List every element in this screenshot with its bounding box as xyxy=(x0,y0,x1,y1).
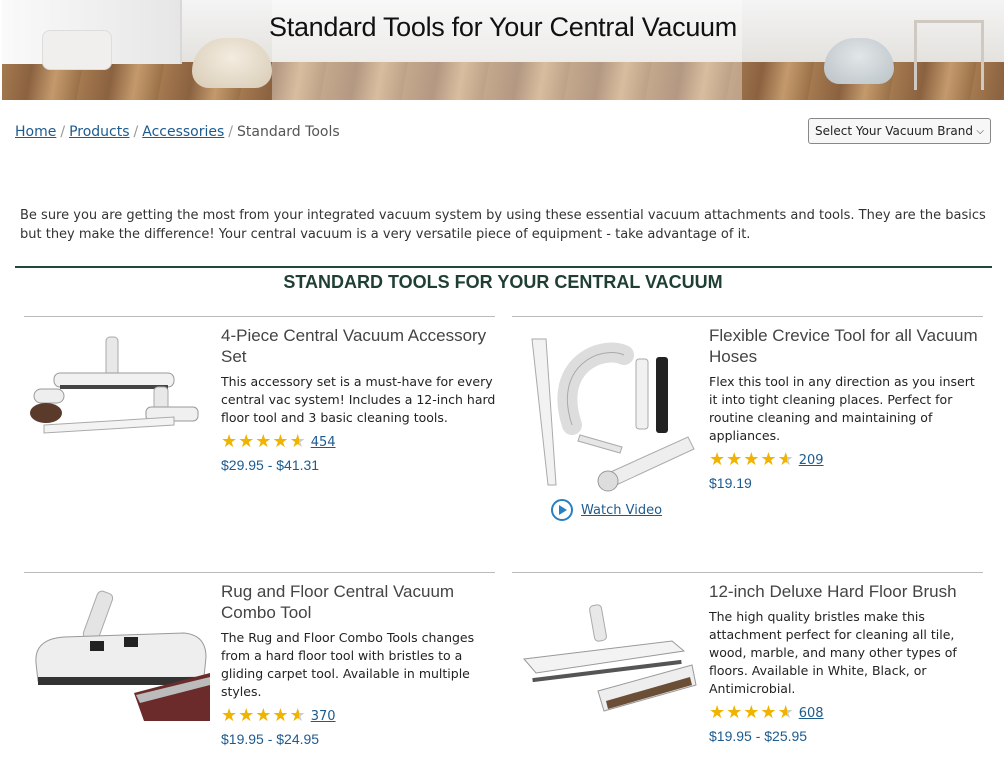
review-count-link[interactable]: 370 xyxy=(311,709,336,724)
intro-text: Be sure you are getting the most from yo… xyxy=(20,208,986,242)
breadcrumb: Home / Products / Accessories / Standard Tools xyxy=(15,124,340,140)
star-icon: ★ xyxy=(255,705,272,726)
product-rating: ★ ★ ★ ★ ★ 209 xyxy=(709,451,984,469)
product-image-crevice-tool[interactable] xyxy=(512,325,698,505)
star-icon: ★ xyxy=(760,702,777,723)
review-count-link[interactable]: 608 xyxy=(799,706,824,721)
star-icon: ★ xyxy=(743,702,760,723)
product-image-accessory-set[interactable] xyxy=(24,325,210,465)
product-rating: ★ ★ ★ ★ ★ 608 xyxy=(709,704,984,722)
chevron-down-icon: ⌵ xyxy=(976,125,984,137)
star-icon: ★ xyxy=(709,449,726,470)
play-icon xyxy=(551,499,573,521)
watch-video-link[interactable]: Watch Video xyxy=(581,503,662,518)
product-image-combo-tool[interactable] xyxy=(24,581,210,721)
star-rating: ★ ★ ★ ★ ★ xyxy=(221,433,307,451)
product-price: $19.95 - $25.95 xyxy=(709,728,808,744)
star-half-icon: ★ xyxy=(289,705,306,726)
product-rating: ★ ★ ★ ★ ★ 454 xyxy=(221,433,496,451)
star-icon: ★ xyxy=(709,702,726,723)
star-rating: ★ ★ ★ ★ ★ xyxy=(221,707,307,725)
watch-video-button[interactable]: Watch Video xyxy=(551,499,662,521)
product-title[interactable]: 12-inch Deluxe Hard Floor Brush xyxy=(709,581,984,602)
star-icon: ★ xyxy=(743,449,760,470)
star-icon: ★ xyxy=(272,705,289,726)
star-icon: ★ xyxy=(726,702,743,723)
product-image-hard-floor-brush[interactable] xyxy=(512,581,698,721)
product-title[interactable]: Flexible Crevice Tool for all Vacuum Hos… xyxy=(709,325,984,367)
star-icon: ★ xyxy=(238,431,255,452)
review-count-link[interactable]: 454 xyxy=(311,435,336,450)
breadcrumb-products[interactable]: Products xyxy=(69,124,129,140)
breadcrumb-current: Standard Tools xyxy=(237,124,340,140)
section-divider xyxy=(15,266,992,268)
star-half-icon: ★ xyxy=(289,431,306,452)
star-icon: ★ xyxy=(272,431,289,452)
product-title[interactable]: 4-Piece Central Vacuum Accessory Set xyxy=(221,325,496,367)
product-rating: ★ ★ ★ ★ ★ 370 xyxy=(221,707,496,725)
hero-pouf-right xyxy=(824,38,894,84)
breadcrumb-accessories[interactable]: Accessories xyxy=(142,124,224,140)
product-card: Rug and Floor Central Vacuum Combo Tool … xyxy=(24,572,495,760)
product-price: $19.19 xyxy=(709,475,752,491)
product-description: This accessory set is a must-have for ev… xyxy=(221,374,496,425)
product-card: 12-inch Deluxe Hard Floor Brush The high… xyxy=(512,572,983,760)
vacuum-brand-select[interactable]: Select Your Vacuum Brand ⌵ xyxy=(808,118,991,144)
product-title[interactable]: Rug and Floor Central Vacuum Combo Tool xyxy=(221,581,496,623)
star-rating: ★ ★ ★ ★ ★ xyxy=(709,704,795,722)
product-description: The Rug and Floor Combo Tools changes fr… xyxy=(221,630,475,699)
hero-banner: Standard Tools for Your Central Vacuum xyxy=(2,0,1004,100)
star-icon: ★ xyxy=(255,431,272,452)
breadcrumb-home[interactable]: Home xyxy=(15,124,56,140)
star-half-icon: ★ xyxy=(777,449,794,470)
star-icon: ★ xyxy=(221,705,238,726)
star-icon: ★ xyxy=(221,431,238,452)
star-half-icon: ★ xyxy=(777,702,794,723)
hero-pouf xyxy=(192,38,272,88)
product-description: Flex this tool in any direction as you i… xyxy=(709,374,975,443)
star-icon: ★ xyxy=(238,705,255,726)
brand-select-value: Select Your Vacuum Brand xyxy=(815,124,973,138)
section-title: STANDARD TOOLS FOR YOUR CENTRAL VACUUM xyxy=(283,272,723,292)
review-count-link[interactable]: 209 xyxy=(799,453,824,468)
star-rating: ★ ★ ★ ★ ★ xyxy=(709,451,795,469)
product-description: The high quality bristles make this atta… xyxy=(709,609,957,696)
product-price: $19.95 - $24.95 xyxy=(221,731,320,747)
star-icon: ★ xyxy=(760,449,777,470)
product-price: $29.95 - $41.31 xyxy=(221,457,320,473)
star-icon: ★ xyxy=(726,449,743,470)
product-card: 4-Piece Central Vacuum Accessory Set Thi… xyxy=(24,316,495,556)
page-title: Standard Tools for Your Central Vacuum xyxy=(269,12,737,42)
